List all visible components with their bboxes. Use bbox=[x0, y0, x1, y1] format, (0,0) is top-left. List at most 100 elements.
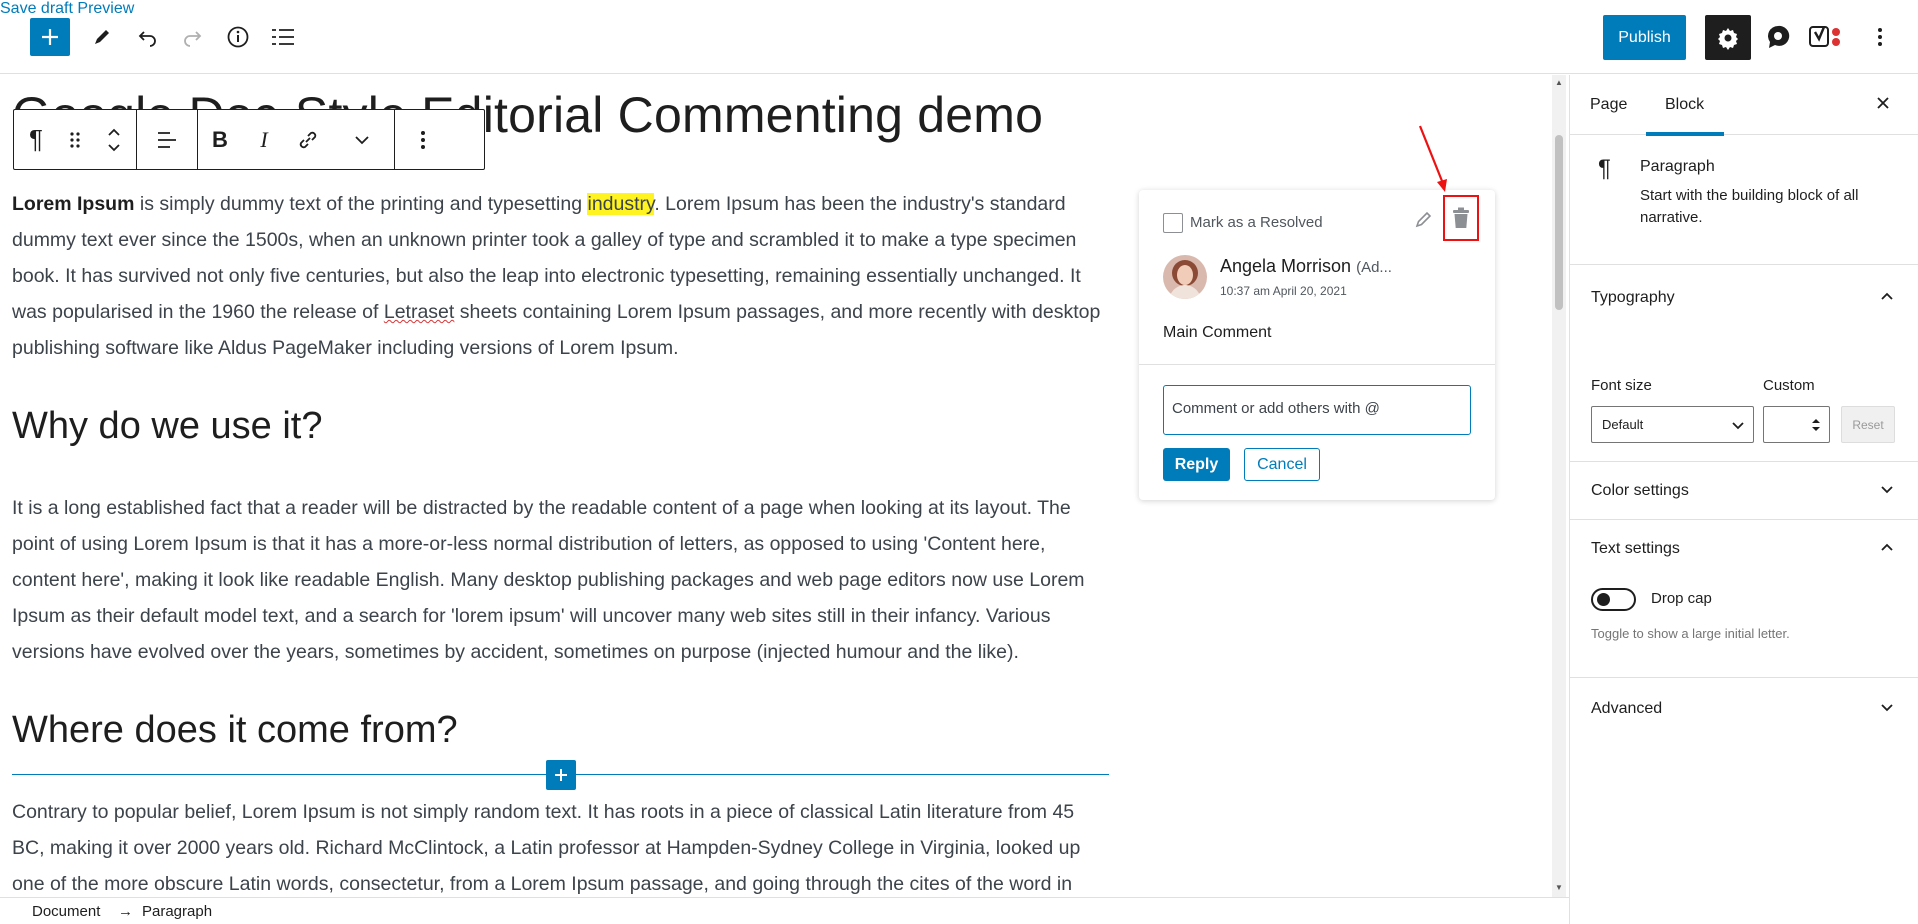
pilcrow-icon: ¶ bbox=[1598, 155, 1611, 182]
block-options-group bbox=[395, 110, 451, 169]
plus-icon bbox=[555, 769, 567, 781]
info-icon bbox=[227, 26, 249, 48]
edit-comment-button[interactable] bbox=[1414, 209, 1434, 234]
paragraph-block[interactable]: Contrary to popular belief, Lorem Ipsum … bbox=[12, 794, 1112, 902]
list-view-button[interactable] bbox=[265, 19, 301, 55]
italic-icon: I bbox=[260, 126, 268, 152]
annotation-arrow bbox=[1418, 125, 1447, 192]
text-settings-panel: Text settings Drop cap Toggle to show a … bbox=[1570, 520, 1918, 678]
spellcheck-word: Letraset bbox=[383, 301, 455, 323]
yoast-button[interactable] bbox=[1808, 19, 1844, 55]
drop-cap-toggle[interactable] bbox=[1591, 588, 1636, 611]
heading-block[interactable]: Where does it come from? bbox=[12, 709, 458, 752]
preview-button[interactable]: Preview bbox=[77, 0, 134, 17]
drop-cap-help: Toggle to show a large initial letter. bbox=[1591, 626, 1790, 641]
link-icon bbox=[299, 131, 317, 148]
gear-icon bbox=[1718, 27, 1738, 50]
color-settings-panel: Color settings bbox=[1570, 462, 1918, 520]
avatar-image bbox=[1163, 255, 1207, 299]
redo-button[interactable] bbox=[174, 19, 210, 55]
typography-panel-title[interactable]: Typography bbox=[1591, 289, 1675, 307]
delete-comment-button[interactable] bbox=[1443, 195, 1479, 241]
formatting-group: B I bbox=[198, 110, 395, 169]
divider bbox=[1139, 364, 1495, 365]
redo-icon bbox=[184, 31, 202, 47]
comments-button[interactable] bbox=[1760, 19, 1796, 55]
color-settings-title[interactable]: Color settings bbox=[1591, 482, 1689, 500]
avatar bbox=[1163, 255, 1207, 299]
link-button[interactable] bbox=[286, 110, 330, 169]
heading-block[interactable]: Why do we use it? bbox=[12, 405, 322, 448]
chevron-up-icon[interactable] bbox=[1880, 542, 1894, 552]
save-draft-button[interactable]: Save draft bbox=[0, 0, 73, 17]
tab-page[interactable]: Page bbox=[1590, 96, 1627, 114]
scroll-thumb[interactable] bbox=[1555, 135, 1563, 310]
add-block-button[interactable] bbox=[30, 18, 70, 56]
pencil-icon bbox=[1415, 211, 1432, 228]
comment-panel: Mark as a Resolved Angela Morrison (Ad..… bbox=[1139, 190, 1495, 500]
publish-button[interactable]: Publish bbox=[1603, 15, 1686, 60]
more-vertical-icon bbox=[1878, 28, 1882, 46]
font-size-value: Default bbox=[1602, 417, 1644, 432]
scroll-up-icon[interactable]: ▲ bbox=[1555, 78, 1563, 87]
undo-button[interactable] bbox=[130, 19, 166, 55]
close-icon bbox=[1877, 97, 1889, 109]
comment-author: Angela Morrison (Ad... bbox=[1220, 256, 1392, 277]
reset-button[interactable]: Reset bbox=[1841, 406, 1895, 443]
reply-input[interactable]: Comment or add others with @ bbox=[1163, 385, 1471, 435]
highlighted-commented-text[interactable]: industry bbox=[587, 193, 655, 215]
more-formatting-button[interactable] bbox=[330, 110, 394, 169]
font-size-select[interactable]: Default bbox=[1591, 406, 1754, 443]
author-name: Angela Morrison bbox=[1220, 256, 1352, 276]
bold-text: Lorem Ipsum bbox=[12, 193, 135, 215]
align-button[interactable] bbox=[137, 110, 197, 169]
tools-button[interactable] bbox=[84, 19, 120, 55]
custom-size-input[interactable] bbox=[1763, 406, 1830, 443]
text-settings-title[interactable]: Text settings bbox=[1591, 540, 1680, 558]
chevron-up-icon[interactable] bbox=[1880, 291, 1894, 301]
breadcrumb: Document → Paragraph bbox=[0, 897, 1569, 924]
settings-button[interactable] bbox=[1705, 15, 1751, 60]
paragraph-block-button[interactable]: ¶ bbox=[14, 110, 58, 169]
block-options-button[interactable] bbox=[395, 110, 451, 169]
more-options-button[interactable] bbox=[1862, 19, 1898, 55]
spinner-arrows-icon[interactable] bbox=[1811, 417, 1821, 433]
details-button[interactable] bbox=[220, 19, 256, 55]
more-vertical-icon bbox=[421, 130, 425, 149]
italic-button[interactable]: I bbox=[242, 110, 286, 169]
breadcrumb-paragraph[interactable]: Paragraph bbox=[142, 903, 212, 920]
resolve-checkbox[interactable] bbox=[1163, 213, 1183, 233]
comment-timestamp: 10:37 am April 20, 2021 bbox=[1220, 284, 1347, 298]
plus-icon bbox=[42, 29, 58, 45]
chevron-down-icon[interactable] bbox=[1880, 485, 1894, 495]
top-toolbar: Save draft Preview Publish bbox=[0, 0, 1918, 74]
settings-sidebar: Page Block ¶ Paragraph Start with the bu… bbox=[1569, 75, 1918, 924]
editor-scrollbar[interactable]: ▲ ▼ bbox=[1552, 75, 1566, 897]
advanced-title[interactable]: Advanced bbox=[1591, 700, 1662, 718]
drop-cap-label[interactable]: Drop cap bbox=[1651, 590, 1712, 607]
paragraph-block[interactable]: Lorem Ipsum is simply dummy text of the … bbox=[12, 186, 1112, 366]
bold-icon: B bbox=[212, 126, 228, 152]
author-role: (Ad... bbox=[1356, 259, 1392, 276]
chevron-up-down-icon bbox=[108, 128, 120, 151]
resolve-label[interactable]: Mark as a Resolved bbox=[1190, 214, 1323, 231]
tab-block[interactable]: Block bbox=[1665, 96, 1704, 114]
insert-block-button[interactable] bbox=[546, 760, 576, 790]
reply-button[interactable]: Reply bbox=[1163, 448, 1230, 481]
paragraph-text: is simply dummy text of the printing and… bbox=[134, 193, 588, 215]
scroll-down-icon[interactable]: ▼ bbox=[1555, 883, 1563, 892]
close-sidebar-button[interactable] bbox=[1875, 91, 1891, 117]
bold-button[interactable]: B bbox=[198, 110, 242, 169]
drag-handle[interactable] bbox=[58, 110, 92, 169]
chevron-down-icon bbox=[1732, 422, 1744, 430]
typography-panel: Typography Font size Custom Default Rese… bbox=[1570, 265, 1918, 462]
paragraph-block[interactable]: It is a long established fact that a rea… bbox=[12, 490, 1112, 670]
pencil-icon bbox=[95, 30, 109, 44]
cancel-button[interactable]: Cancel bbox=[1244, 448, 1320, 481]
breadcrumb-document[interactable]: Document bbox=[32, 903, 100, 920]
comment-bubble-icon bbox=[1768, 25, 1790, 48]
chevron-down-icon[interactable] bbox=[1880, 703, 1894, 713]
sidebar-tabs: Page Block bbox=[1570, 75, 1918, 136]
move-block-buttons[interactable] bbox=[92, 110, 136, 169]
block-card-title: Paragraph bbox=[1640, 158, 1715, 175]
